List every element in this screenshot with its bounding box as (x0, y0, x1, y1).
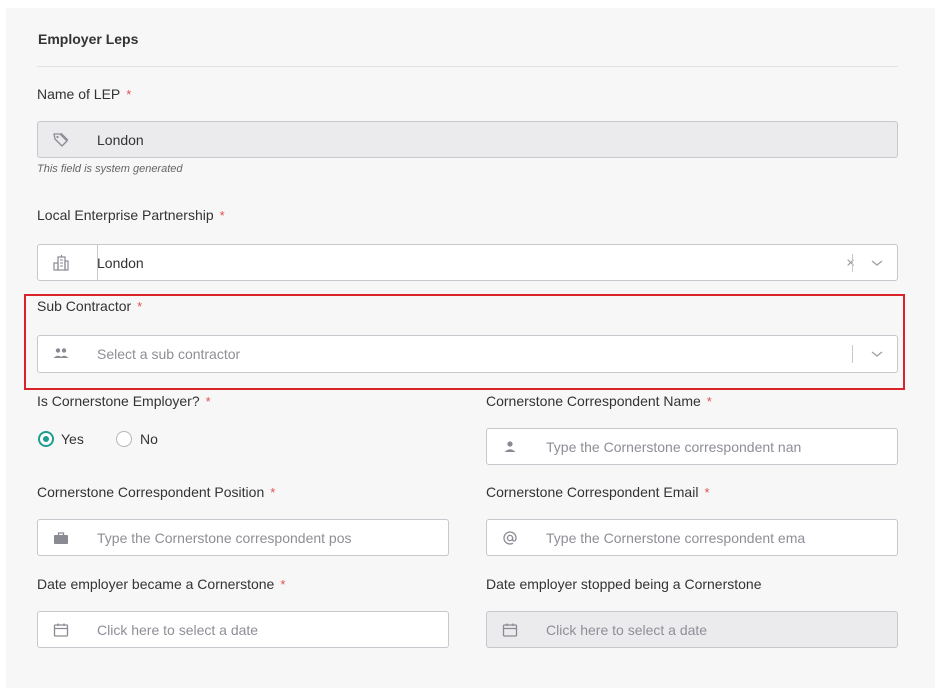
sub-contractor-label-text: Sub Contractor (37, 298, 132, 314)
lep-select-label: Local Enterprise Partnership * (37, 207, 225, 223)
section-title: Employer Leps (38, 31, 139, 47)
correspondent-name-placeholder: Type the Cornerstone correspondent nan (546, 438, 802, 455)
select-separator (852, 345, 853, 363)
system-generated-hint: This field is system generated (37, 163, 183, 175)
required-mark: * (704, 485, 710, 500)
user-icon (501, 438, 519, 456)
correspondent-position-placeholder: Type the Cornerstone correspondent pos (97, 529, 352, 546)
required-mark: * (205, 394, 211, 409)
date-stopped-label: Date employer stopped being a Cornerston… (486, 576, 762, 592)
correspondent-name-label-text: Cornerstone Correspondent Name (486, 393, 701, 409)
name-of-lep-value: London (97, 131, 144, 148)
date-stopped-placeholder: Click here to select a date (546, 621, 708, 638)
users-icon (52, 345, 70, 363)
correspondent-position-input[interactable]: Type the Cornerstone correspondent pos (37, 519, 449, 556)
date-stopped-picker: Click here to select a date (486, 611, 898, 648)
name-of-lep-label: Name of LEP * (37, 86, 131, 102)
sub-contractor-placeholder: Select a sub contractor (97, 346, 241, 362)
radio-yes-label: Yes (61, 431, 84, 447)
radio-no[interactable]: No (116, 431, 158, 447)
date-became-label: Date employer became a Cornerstone * (37, 576, 285, 592)
briefcase-icon (52, 529, 70, 547)
at-icon (501, 529, 519, 547)
name-of-lep-field: London (37, 121, 898, 158)
radio-yes-indicator[interactable] (38, 431, 54, 447)
required-mark: * (126, 87, 132, 102)
chevron-down-icon[interactable] (870, 256, 884, 270)
correspondent-email-label: Cornerstone Correspondent Email * (486, 484, 710, 500)
date-became-placeholder: Click here to select a date (97, 621, 259, 638)
date-became-picker[interactable]: Click here to select a date (37, 611, 449, 648)
is-cornerstone-label-text: Is Cornerstone Employer? (37, 393, 200, 409)
section-divider (37, 66, 898, 67)
sub-contractor-select[interactable]: Select a sub contractor (37, 335, 898, 373)
sub-contractor-label: Sub Contractor * (37, 298, 142, 314)
date-became-label-text: Date employer became a Cornerstone (37, 576, 275, 592)
correspondent-email-placeholder: Type the Cornerstone correspondent ema (546, 529, 806, 546)
calendar-icon (52, 621, 70, 639)
date-stopped-label-text: Date employer stopped being a Cornerston… (486, 576, 762, 592)
correspondent-position-label-text: Cornerstone Correspondent Position (37, 484, 265, 500)
correspondent-name-input[interactable]: Type the Cornerstone correspondent nan (486, 428, 898, 465)
radio-no-indicator[interactable] (116, 431, 132, 447)
required-mark: * (706, 394, 712, 409)
chevron-down-icon[interactable] (870, 347, 884, 361)
required-mark: * (219, 208, 225, 223)
required-mark: * (137, 299, 143, 314)
select-separator (852, 253, 853, 272)
name-of-lep-label-text: Name of LEP (37, 86, 121, 102)
lep-select-value: London (97, 254, 144, 271)
building-icon (52, 254, 70, 272)
lep-select-label-text: Local Enterprise Partnership (37, 207, 214, 223)
calendar-icon (501, 621, 519, 639)
radio-no-label: No (140, 431, 158, 447)
lep-select[interactable]: London × (37, 244, 898, 281)
required-mark: * (280, 577, 286, 592)
correspondent-position-label: Cornerstone Correspondent Position * (37, 484, 275, 500)
correspondent-email-input[interactable]: Type the Cornerstone correspondent ema (486, 519, 898, 556)
is-cornerstone-label: Is Cornerstone Employer? * (37, 393, 211, 409)
tag-icon (52, 131, 70, 149)
correspondent-name-label: Cornerstone Correspondent Name * (486, 393, 712, 409)
required-mark: * (270, 485, 276, 500)
radio-yes[interactable]: Yes (38, 431, 84, 447)
correspondent-email-label-text: Cornerstone Correspondent Email (486, 484, 699, 500)
clear-icon[interactable]: × (846, 254, 855, 271)
